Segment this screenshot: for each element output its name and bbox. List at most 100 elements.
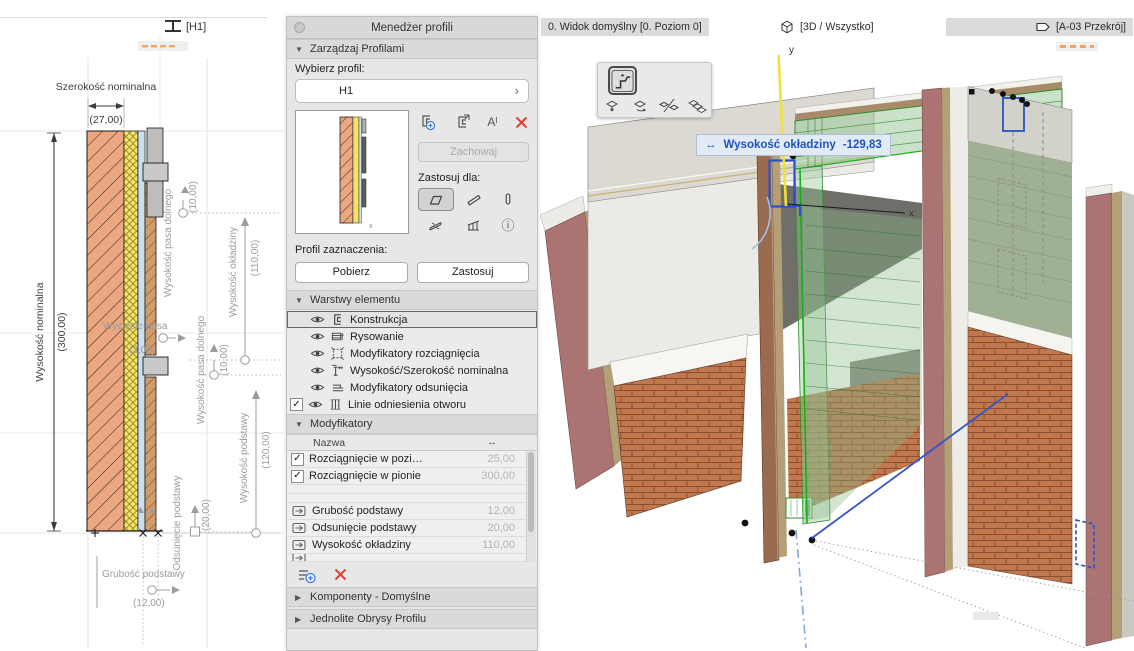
close-icon[interactable] (294, 22, 305, 33)
modifier-row[interactable]: Odsunięcie podstawy 20,00 (287, 520, 537, 537)
duplicate-profile-icon[interactable] (453, 113, 471, 131)
section-modifiers-label: Modyfikatory (310, 418, 372, 430)
apply-column-button[interactable] (494, 188, 522, 209)
modifier-handle[interactable] (159, 334, 168, 343)
modifier-value[interactable]: 300,00 (453, 470, 537, 482)
tab-section-view[interactable]: [A-03 Przekrój] (946, 18, 1133, 36)
modifier-row[interactable]: ✓ Rozciągnięcie w pionie 300,00 (287, 468, 537, 485)
ann-wciecie-value: (3,00) (129, 345, 155, 356)
modifier-handle[interactable] (252, 529, 261, 538)
eye-icon[interactable] (310, 329, 325, 344)
profile-select[interactable]: H1 › (295, 79, 529, 103)
layer-row-rysowanie[interactable]: Rysowanie (287, 328, 537, 345)
bracket-upper[interactable] (143, 163, 168, 181)
selection-handle[interactable] (969, 89, 975, 95)
selection-handle[interactable] (789, 530, 796, 537)
eye-icon[interactable] (308, 397, 323, 412)
modifier-value[interactable]: 110,00 (453, 539, 537, 551)
modifier-value[interactable]: 25,00 (453, 453, 537, 465)
modifier-row[interactable]: Wysokość okładziny 110,00 (287, 537, 537, 554)
modifier-row-partial[interactable] (287, 554, 537, 562)
modifier-row-empty (287, 485, 537, 494)
eye-icon[interactable] (310, 380, 325, 395)
layer-row-stretch-modifiers[interactable]: Modyfikatory rozciągnięcia (287, 345, 537, 362)
scrollbar-thumb[interactable] (528, 452, 534, 532)
scrollbar[interactable] (526, 451, 536, 562)
layer-row-konstrukcja[interactable]: Konstrukcja (287, 311, 537, 328)
save-button[interactable]: Zachowaj (418, 142, 529, 162)
section-components[interactable]: ▶ Komponenty - Domyślne (287, 587, 537, 607)
modifier-row[interactable]: ✓ Rozciągnięcie w pozi… 25,00 (287, 451, 537, 468)
ann-pas1-value: (10,00) (188, 181, 199, 213)
selection-handle[interactable] (1010, 94, 1016, 100)
layer-row-nominal-size[interactable]: Wysokość/Szerokość nominalna (287, 362, 537, 379)
checkbox-checked[interactable]: ✓ (291, 453, 304, 466)
checkbox-checked[interactable]: ✓ (290, 398, 303, 411)
delete-modifier-icon[interactable] (333, 567, 348, 582)
height-dim-label: Wysokość nominalna (34, 282, 46, 381)
selection-handle[interactable] (1000, 91, 1006, 97)
apply-button[interactable]: Zastosuj (417, 262, 530, 283)
modifier-handle[interactable] (191, 527, 200, 536)
apply-beam-button[interactable] (418, 214, 454, 235)
wall-right[interactable] (922, 87, 1072, 585)
panel-titlebar[interactable]: Menedżer profili (287, 17, 537, 39)
resize-arrow-icon: ↔ (705, 139, 717, 151)
modifier-handle[interactable] (210, 371, 219, 380)
multiply-icon (685, 97, 709, 114)
delete-profile-icon[interactable] (514, 115, 529, 130)
section-uniform-outlines[interactable]: ▶ Jednolite Obrysy Profilu (287, 609, 537, 629)
modifier-handle[interactable] (148, 586, 157, 595)
multiply-tool-button[interactable] (685, 97, 709, 114)
ann-pas2-label: Wysokość pasa dolnego (196, 315, 207, 424)
rename-profile-icon[interactable]: Aᴵ (487, 115, 497, 129)
section-manage-label: Zarządzaj Profilami (310, 43, 404, 55)
profile-editor-2d-view: [H1] Szerokość nominalna (27,00) Wysokoś… (0, 0, 285, 651)
modifier-value[interactable]: 12,00 (453, 505, 537, 517)
profile-tag[interactable]: [H1] (165, 21, 206, 33)
tooltip-value: -129,83 (843, 139, 882, 151)
apply-wall-button[interactable] (418, 188, 454, 211)
selection-handle[interactable] (742, 520, 749, 527)
move-tool-button[interactable] (601, 97, 625, 114)
section-modifiers[interactable]: ▼ Modyfikatory (287, 414, 537, 434)
wall-far-right[interactable] (1086, 184, 1134, 646)
new-profile-icon[interactable] (418, 113, 436, 131)
tab-3d-view[interactable]: [3D / Wszystko] (779, 18, 874, 36)
cladding-lower[interactable] (145, 377, 156, 531)
eye-icon[interactable] (310, 363, 325, 378)
section-manage-profiles[interactable]: ▼ Zarządzaj Profilami (287, 39, 537, 59)
rotate-tool-button[interactable] (629, 97, 653, 114)
pickup-button[interactable]: Pobierz (295, 262, 408, 283)
selection-handle[interactable] (1019, 97, 1025, 103)
apply-roof-button[interactable] (458, 188, 490, 209)
section-element-layers[interactable]: ▼ Warstwy elementu (287, 290, 537, 310)
ann-okladzina-label: Wysokość okładziny (228, 227, 239, 317)
section-outlines-label: Jednolite Obrysy Profilu (310, 613, 426, 625)
modifier-value[interactable]: 20,00 (453, 522, 537, 534)
pet-palette (597, 62, 712, 118)
eye-icon[interactable] (310, 346, 325, 361)
bracket-lower[interactable] (143, 357, 168, 375)
mirror-tool-button[interactable] (657, 97, 681, 114)
ann-ods-value: (20,00) (201, 499, 212, 531)
selection-handle[interactable] (1024, 101, 1030, 107)
edit-profile-tool-button[interactable] (608, 66, 637, 95)
layer-label: Konstrukcja (350, 314, 407, 326)
selection-handle[interactable] (989, 88, 995, 94)
layer-row-offset-modifiers[interactable]: Modyfikatory odsunięcia (287, 379, 537, 396)
tab-plan-view[interactable]: 0. Widok domyślny [0. Poziom 0] (541, 18, 709, 36)
modifier-handle[interactable] (179, 209, 188, 218)
triangle-down-icon: ▼ (295, 420, 304, 429)
modifier-row[interactable]: Grubość podstawy 12,00 (287, 503, 537, 520)
x-axis-label: x (909, 208, 914, 219)
profile-manager-panel: Menedżer profili ▼ Zarządzaj Profilami W… (286, 16, 538, 651)
apply-railing-button[interactable] (458, 214, 490, 235)
checkbox-checked[interactable]: ✓ (291, 470, 304, 483)
modifier-handle[interactable] (241, 356, 250, 365)
layer-row-opening-reference-lines[interactable]: ✓ Linie odniesienia otworu (287, 396, 537, 413)
add-modifier-icon[interactable] (297, 566, 317, 584)
info-button[interactable]: ⓘ (494, 214, 522, 235)
modifier-icon (291, 554, 307, 562)
eye-icon[interactable] (310, 312, 325, 327)
